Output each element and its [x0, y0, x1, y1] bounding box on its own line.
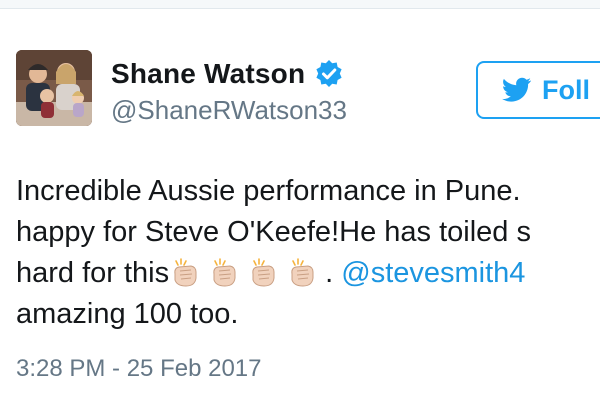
- author-name-row: Shane Watson: [111, 58, 344, 90]
- tweet-text-line-2: happy for Steve O'Keefe!He has toiled s: [16, 216, 531, 248]
- tweet-text-line-4: amazing 100 too.: [16, 298, 239, 330]
- tweet-card: Shane Watson @ShaneRWatson33 Foll Incred…: [0, 9, 600, 400]
- tweet-text: Incredible Aussie performance in Pune. h…: [16, 171, 600, 335]
- author-display-name[interactable]: Shane Watson: [111, 58, 305, 90]
- follow-button[interactable]: Foll: [476, 61, 600, 119]
- clapping-hands-icon: [169, 258, 203, 288]
- author-handle[interactable]: @ShaneRWatson33: [111, 95, 347, 126]
- family-photo-avatar: [16, 50, 92, 126]
- tweet-text-line-3-start: hard for this: [16, 257, 170, 289]
- tweet-timestamp[interactable]: 3:28 PM - 25 Feb 2017: [16, 355, 261, 383]
- timeline-divider: [0, 0, 600, 9]
- mention-link[interactable]: @stevesmith4: [341, 257, 525, 289]
- twitter-bird-icon: [502, 77, 532, 103]
- clapping-hands-icon: [247, 258, 281, 288]
- tweet-text-line-3-punct: .: [325, 257, 342, 289]
- tweet-text-line-1: Incredible Aussie performance in Pune.: [16, 175, 521, 207]
- avatar[interactable]: [16, 50, 92, 126]
- verified-badge-icon: [314, 59, 344, 89]
- follow-button-label: Foll: [542, 74, 590, 105]
- clapping-hands-icon: [286, 258, 320, 288]
- clapping-hands-icon: [208, 258, 242, 288]
- tweet-text-line-3: hard for this. @stevesmith4: [16, 253, 600, 294]
